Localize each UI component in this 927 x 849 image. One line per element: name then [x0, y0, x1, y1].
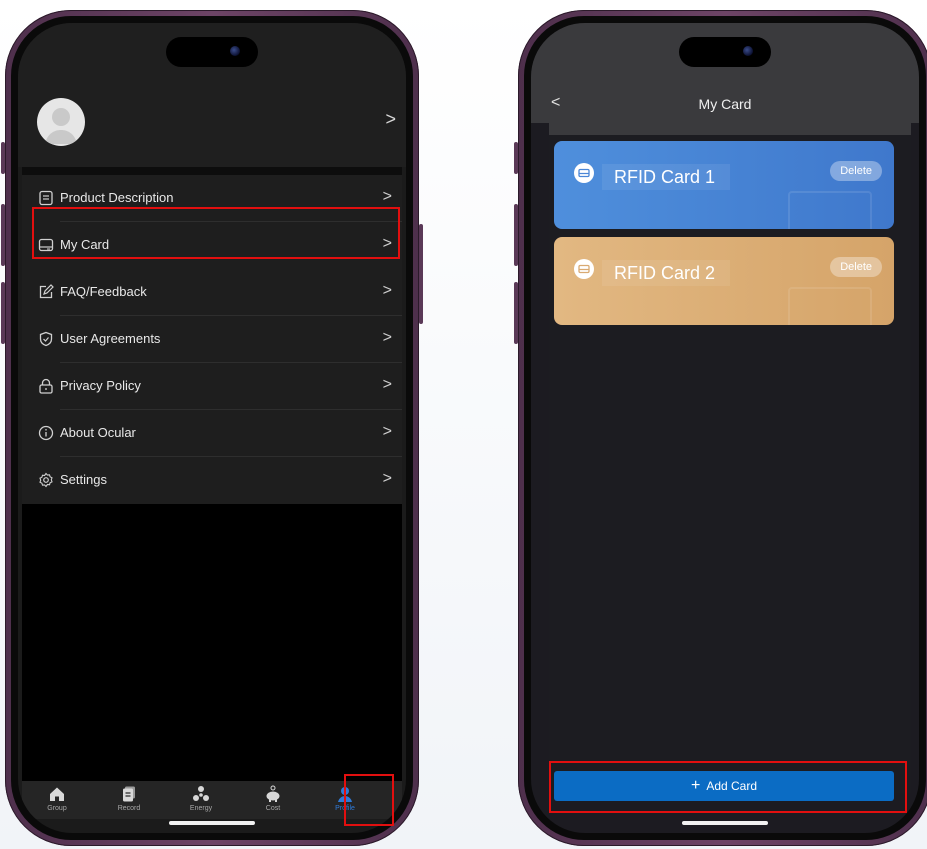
section-separator	[22, 167, 402, 175]
gear-icon	[39, 472, 53, 488]
rfid-card-2[interactable]: RFID Card 2 Delete	[554, 237, 894, 325]
delete-card-1-button[interactable]: Delete	[830, 161, 882, 181]
energy-icon	[193, 786, 209, 801]
tab-label: Record	[117, 805, 141, 812]
chevron-right-icon: >	[382, 282, 392, 299]
tab-cost[interactable]: Cost	[238, 781, 308, 819]
right-phone-frame: < My Card RFID Card 1 Delete RFID Card 2…	[514, 10, 927, 846]
menu-item-settings[interactable]: Settings >	[22, 457, 402, 504]
card-name: RFID Card 2	[602, 260, 730, 286]
card-watermark	[788, 191, 872, 229]
avatar[interactable]	[37, 98, 85, 146]
volume-up-button	[1, 204, 5, 266]
chevron-right-icon: >	[382, 470, 392, 487]
tab-group[interactable]: Group	[22, 781, 92, 819]
home-indicator	[682, 821, 768, 825]
highlight-my-card	[32, 207, 400, 259]
record-icon	[123, 786, 135, 802]
power-button	[419, 224, 423, 324]
card-icon	[574, 163, 594, 183]
piggy-bank-icon	[266, 785, 280, 802]
tab-label: Cost	[265, 805, 281, 812]
rfid-card-1[interactable]: RFID Card 1 Delete	[554, 141, 894, 229]
empty-area	[22, 504, 402, 783]
menu-item-label: About Ocular	[60, 425, 136, 440]
menu-item-label: Privacy Policy	[60, 378, 141, 393]
document-icon	[39, 190, 53, 206]
tab-label: Group	[47, 805, 67, 812]
card-icon	[574, 259, 594, 279]
chevron-right-icon: >	[382, 329, 392, 346]
menu-item-label: FAQ/Feedback	[60, 284, 147, 299]
left-phone-frame: > Product Description > My Card > FAQ/Fe…	[1, 10, 423, 846]
menu-item-user-agreements[interactable]: User Agreements >	[22, 316, 402, 363]
user-silhouette-icon	[45, 108, 77, 144]
menu-item-about-ocular[interactable]: About Ocular >	[22, 410, 402, 457]
info-icon	[38, 425, 54, 441]
camera-icon	[743, 46, 753, 56]
my-card-screen: < My Card RFID Card 1 Delete RFID Card 2…	[531, 23, 919, 833]
menu-item-faq-feedback[interactable]: FAQ/Feedback >	[22, 269, 402, 316]
highlight-profile-tab	[344, 774, 394, 826]
chevron-right-icon: >	[382, 376, 392, 393]
camera-icon	[230, 46, 240, 56]
chevron-right-icon: >	[382, 188, 392, 205]
tab-record[interactable]: Record	[94, 781, 164, 819]
tab-label: Energy	[189, 805, 213, 812]
action-button	[514, 142, 518, 174]
shield-check-icon	[39, 331, 53, 347]
chevron-right-icon: >	[382, 423, 392, 440]
profile-screen: > Product Description > My Card > FAQ/Fe…	[18, 23, 406, 833]
volume-down-button	[1, 282, 5, 344]
menu-item-label: Settings	[60, 472, 107, 487]
menu-item-label: User Agreements	[60, 331, 161, 346]
profile-chevron-icon: >	[385, 109, 396, 129]
home-icon	[50, 787, 64, 801]
home-indicator	[169, 821, 255, 825]
volume-up-button	[514, 204, 518, 266]
dynamic-island	[166, 37, 258, 67]
lock-icon	[39, 378, 53, 394]
card-watermark	[788, 287, 872, 325]
highlight-add-card	[549, 761, 907, 813]
edit-icon	[39, 284, 54, 299]
dynamic-island	[679, 37, 771, 67]
volume-down-button	[514, 282, 518, 344]
tab-energy[interactable]: Energy	[166, 781, 236, 819]
menu-item-privacy-policy[interactable]: Privacy Policy >	[22, 363, 402, 410]
card-name: RFID Card 1	[602, 164, 730, 190]
menu-item-label: Product Description	[60, 190, 174, 205]
page-title: My Card	[698, 96, 752, 112]
delete-card-2-button[interactable]: Delete	[830, 257, 882, 277]
action-button	[1, 142, 5, 174]
